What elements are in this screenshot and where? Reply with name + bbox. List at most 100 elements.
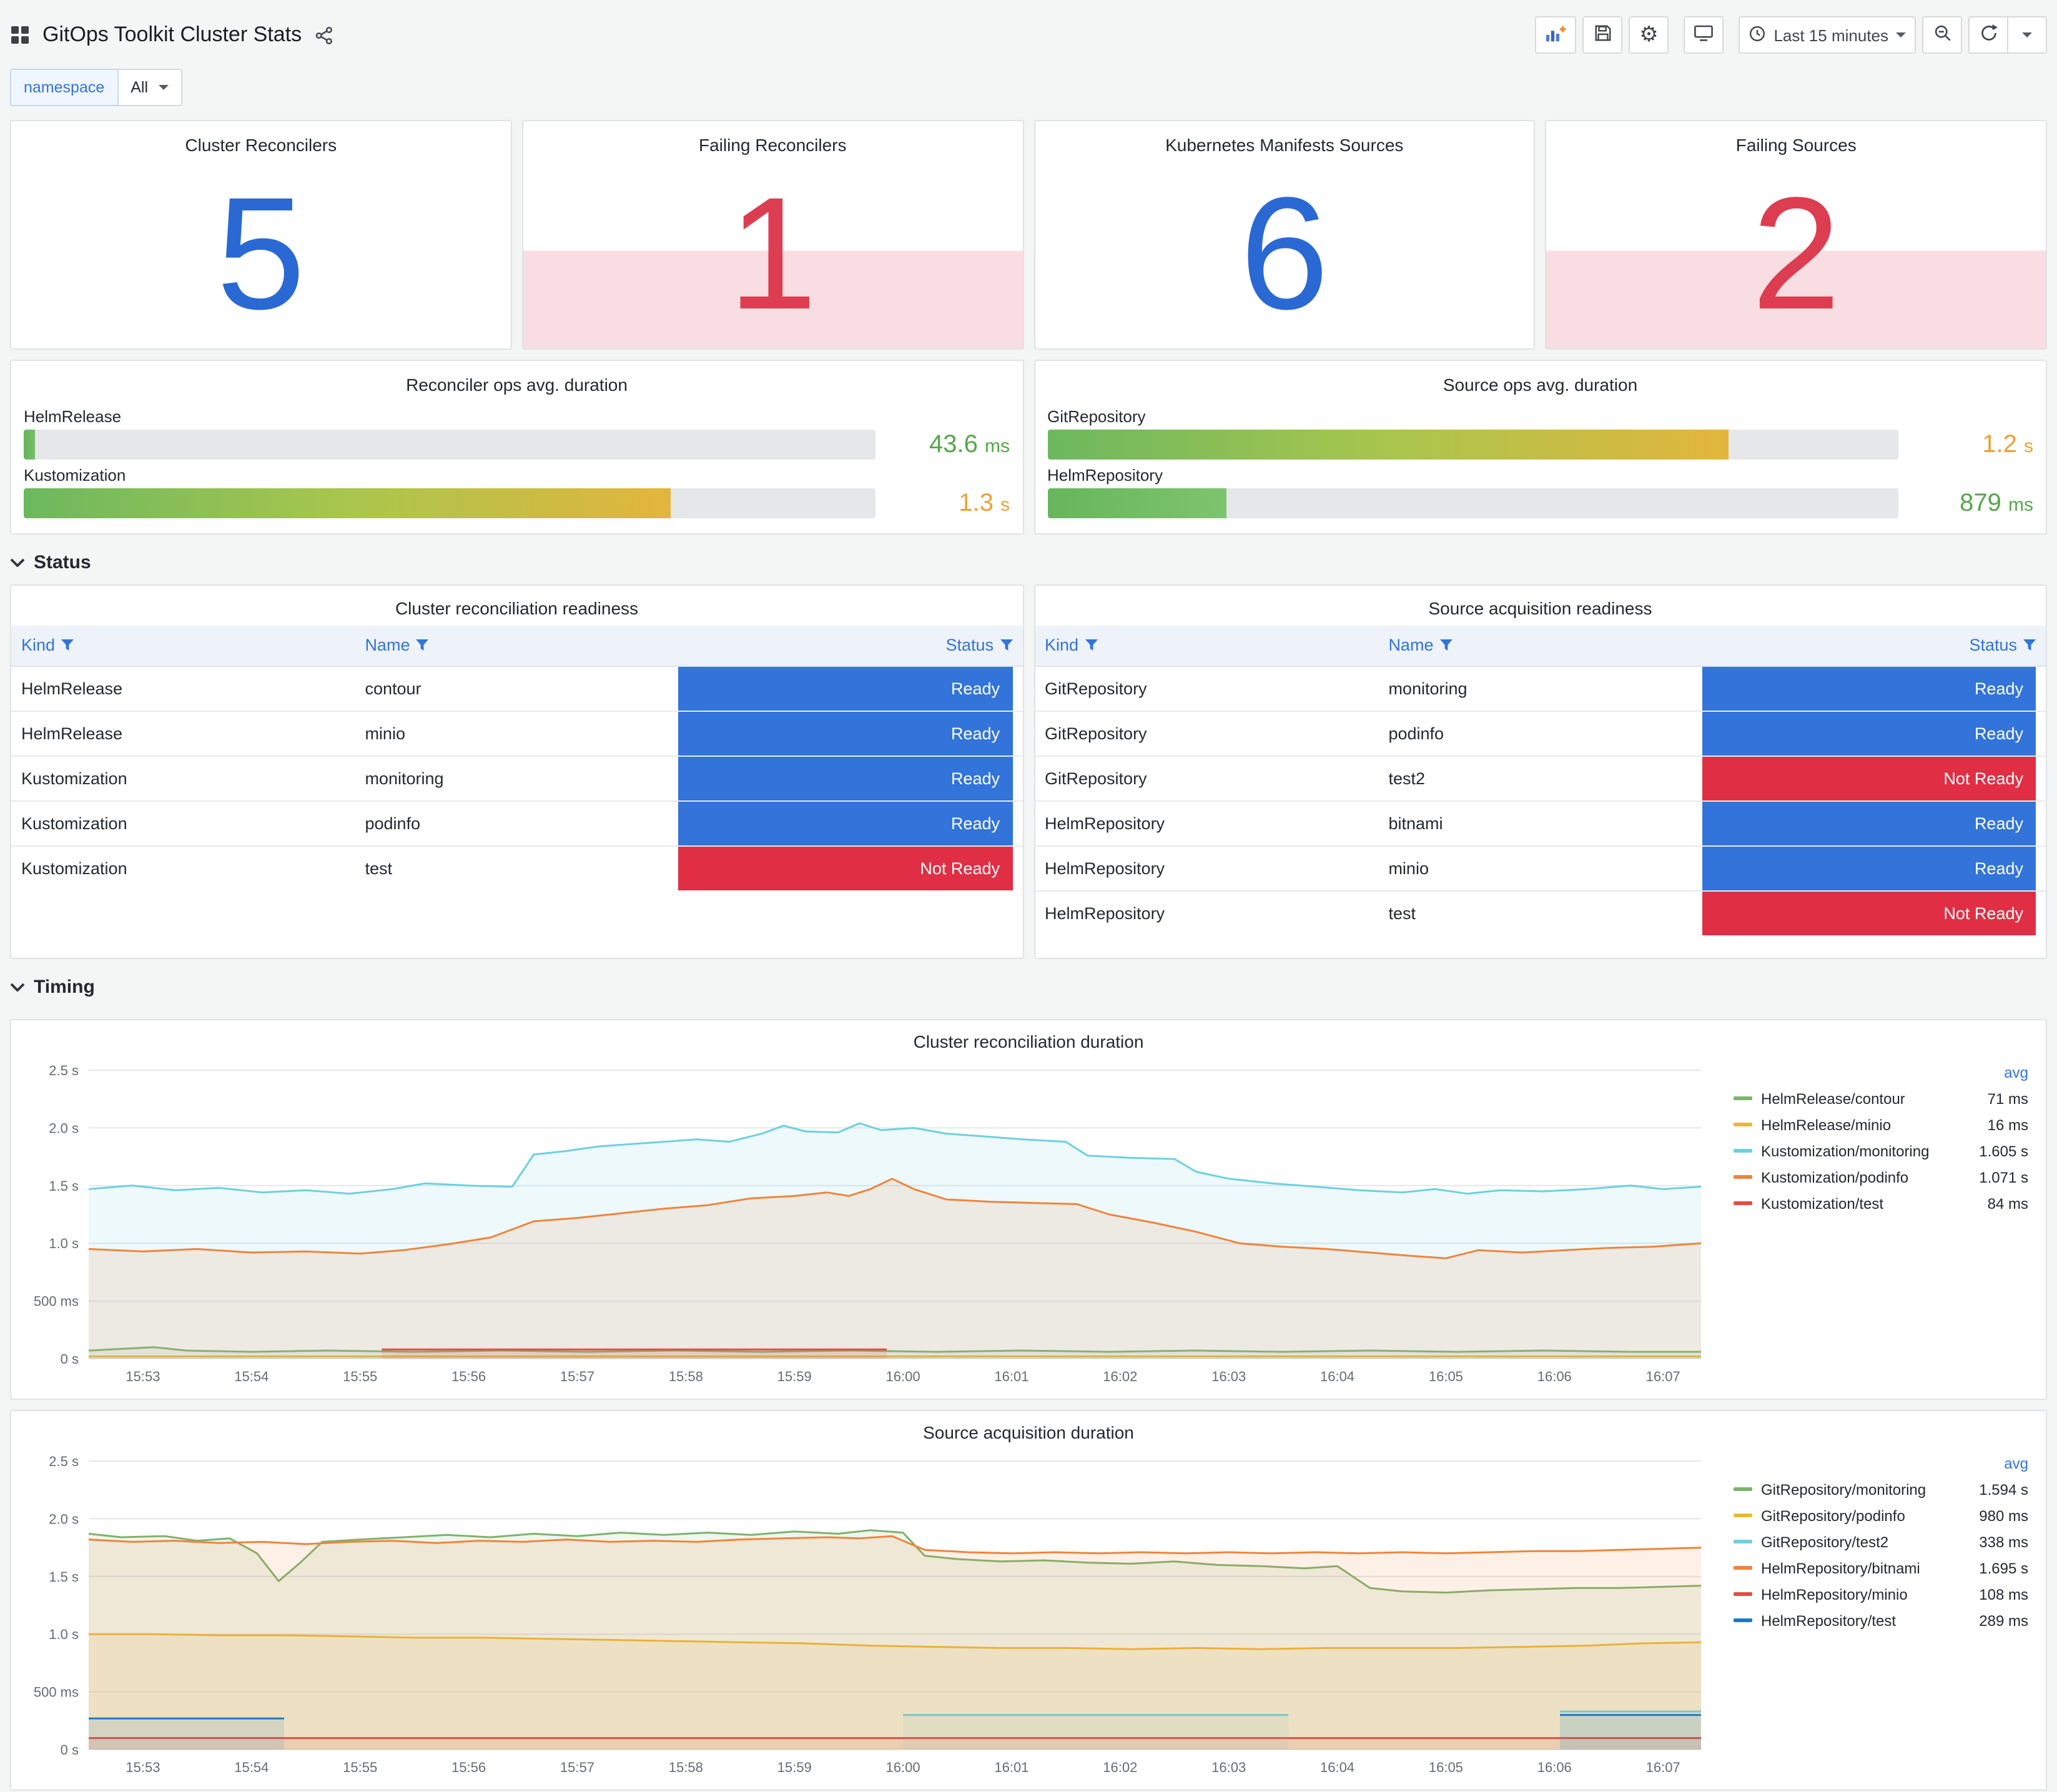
status-badge: Ready	[1702, 801, 2036, 845]
legend-series-name: GitRepository/test2	[1761, 1533, 1889, 1550]
svg-text:15:54: 15:54	[234, 1760, 269, 1775]
dashboard-settings-button[interactable]: ⚙	[1629, 16, 1669, 54]
column-header-name[interactable]: Name	[355, 626, 669, 666]
svg-text:500 ms: 500 ms	[34, 1294, 79, 1309]
gauge-track	[24, 430, 875, 460]
svg-text:15:57: 15:57	[560, 1369, 594, 1384]
column-header-status[interactable]: Status	[668, 626, 1022, 666]
legend-item[interactable]: GitRepository/podinfo 980 ms	[1734, 1502, 2028, 1529]
legend-series-avg: 108 ms	[1979, 1585, 2028, 1603]
template-variables-row: namespace All	[10, 67, 2047, 107]
column-header-kind[interactable]: Kind	[11, 626, 355, 666]
legend-item[interactable]: HelmRepository/minio 108 ms	[1734, 1581, 2028, 1607]
svg-text:16:06: 16:06	[1537, 1760, 1572, 1775]
time-range-picker[interactable]: Last 15 minutes	[1739, 16, 1916, 54]
refresh-interval-dropdown[interactable]	[2007, 16, 2047, 54]
cycle-view-mode-button[interactable]	[1684, 16, 1724, 54]
legend-avg-header: avg	[2004, 1455, 2028, 1472]
panel-title[interactable]: Cluster reconciliation duration	[21, 1025, 2036, 1058]
panel-title[interactable]: Source ops avg. duration	[1047, 368, 2033, 401]
svg-text:0 s: 0 s	[61, 1742, 79, 1758]
chevron-down-icon	[158, 85, 169, 90]
chart-canvas[interactable]: 0 s 500 ms 1.0 s 1.5 s 2.0 s 2.5 s 15:53 15:54 1…	[21, 1449, 1714, 1780]
legend-series-avg: 71 ms	[1987, 1090, 2028, 1107]
legend-item[interactable]: HelmRepository/test 289 ms	[1734, 1607, 2028, 1633]
variable-namespace-value-dropdown[interactable]: All	[118, 69, 182, 106]
chart-canvas[interactable]: 0 s 500 ms 1.0 s 1.5 s 2.0 s 2.5 s 15:53 15:54 1…	[21, 1058, 1714, 1389]
legend-avg-header: avg	[2004, 1064, 2028, 1081]
stat-panel-kubernetes-manifests-sources: Kubernetes Manifests Sources 6	[1033, 120, 1536, 350]
dashboards-grid-icon[interactable]	[10, 25, 30, 45]
svg-text:15:54: 15:54	[234, 1369, 269, 1384]
gauge-row: GitRepository 1.2 s	[1047, 407, 2033, 460]
filter-icon[interactable]	[61, 639, 74, 652]
filter-icon[interactable]	[2023, 639, 2036, 652]
table-row: HelmRepository bitnami Ready	[1035, 800, 2046, 845]
series-color-icon	[1734, 1201, 1752, 1205]
svg-text:15:53: 15:53	[126, 1369, 160, 1384]
panel-title[interactable]: Cluster Reconcilers	[11, 129, 511, 161]
svg-text:16:01: 16:01	[994, 1760, 1028, 1775]
gauges-row: Reconciler ops avg. duration HelmRelease…	[10, 360, 2047, 534]
status-badge: Ready	[678, 756, 1012, 800]
refresh-button[interactable]	[1968, 16, 2008, 54]
legend-item[interactable]: Kustomization/monitoring 1.605 s	[1734, 1138, 2028, 1164]
timeseries-plot[interactable]: 0 s 500 ms 1.0 s 1.5 s 2.0 s 2.5 s 15:53 15:54 1…	[21, 1449, 1714, 1780]
variable-namespace-label[interactable]: namespace	[10, 69, 119, 106]
save-dashboard-button[interactable]	[1582, 16, 1623, 54]
table-row: Kustomization test Not Ready	[11, 845, 1022, 890]
legend-series-avg: 1.605 s	[1979, 1142, 2028, 1159]
gauge-value: 43.6 ms	[929, 430, 1010, 458]
panel-title[interactable]: Failing Reconcilers	[523, 129, 1023, 161]
clock-icon	[1749, 24, 1766, 46]
grafana-dashboard: GitOps Toolkit Cluster Stats ⚙ Last 15 m…	[0, 0, 2057, 1792]
svg-text:15:59: 15:59	[777, 1369, 812, 1384]
panel-source-acquisition-readiness: Source acquisition readiness Kind Name S…	[1033, 584, 2047, 959]
svg-text:500 ms: 500 ms	[34, 1685, 79, 1700]
zoom-out-button[interactable]	[1922, 16, 1962, 54]
legend-item[interactable]: GitRepository/test2 338 ms	[1734, 1529, 2028, 1555]
column-header-kind[interactable]: Kind	[1035, 626, 1379, 666]
section-header-timing[interactable]: Timing	[10, 964, 2047, 1009]
filter-icon[interactable]	[416, 639, 429, 652]
gauge-label: GitRepository	[1047, 407, 1146, 426]
panel-title[interactable]: Cluster reconciliation readiness	[11, 591, 1022, 626]
panel-title[interactable]: Failing Sources	[1547, 129, 2046, 161]
status-badge: Ready	[678, 711, 1012, 755]
filter-icon[interactable]	[1439, 639, 1453, 652]
page-title: GitOps Toolkit Cluster Stats	[42, 22, 302, 46]
section-header-status[interactable]: Status	[10, 539, 2047, 584]
series-color-icon	[1734, 1096, 1752, 1100]
legend-item[interactable]: Kustomization/podinfo 1.071 s	[1734, 1164, 2028, 1190]
status-badge: Not Ready	[1702, 756, 2036, 800]
filter-icon[interactable]	[1000, 639, 1012, 652]
panel-title[interactable]: Kubernetes Manifests Sources	[1035, 129, 1534, 161]
panel-title[interactable]: Source acquisition duration	[21, 1416, 2036, 1449]
svg-text:15:55: 15:55	[343, 1369, 377, 1384]
legend-item[interactable]: HelmRepository/bitnami 1.695 s	[1734, 1555, 2028, 1581]
table-row: Kustomization monitoring Ready	[11, 755, 1022, 800]
svg-text:2.0 s: 2.0 s	[49, 1511, 79, 1527]
panel-title[interactable]: Reconciler ops avg. duration	[24, 368, 1010, 401]
column-header-status[interactable]: Status	[1692, 626, 2046, 666]
svg-text:16:02: 16:02	[1103, 1369, 1137, 1384]
column-header-name[interactable]: Name	[1378, 626, 1692, 666]
legend-item[interactable]: Kustomization/test 84 ms	[1734, 1190, 2028, 1216]
add-panel-button[interactable]	[1535, 16, 1577, 54]
series-color-icon	[1734, 1540, 1752, 1543]
stat-value: 6	[1240, 165, 1329, 343]
legend-item[interactable]: HelmRelease/minio 16 ms	[1734, 1111, 2028, 1138]
legend-series-avg: 1.695 s	[1979, 1559, 2028, 1577]
legend-item[interactable]: HelmRelease/contour 71 ms	[1734, 1085, 2028, 1111]
filter-icon[interactable]	[1085, 639, 1098, 652]
table-row: Kustomization podinfo Ready	[11, 800, 1022, 845]
panel-title[interactable]: Source acquisition readiness	[1035, 591, 2046, 626]
svg-text:16:07: 16:07	[1646, 1760, 1680, 1775]
legend-series-avg: 1.071 s	[1979, 1168, 2028, 1186]
legend-item[interactable]: GitRepository/monitoring 1.594 s	[1734, 1476, 2028, 1502]
svg-text:2.5 s: 2.5 s	[49, 1454, 79, 1469]
gauge-row: HelmRelease 43.6 ms	[24, 407, 1010, 460]
share-icon[interactable]	[314, 26, 333, 44]
gauge-bar	[24, 430, 35, 460]
timeseries-plot[interactable]: 0 s 500 ms 1.0 s 1.5 s 2.0 s 2.5 s 15:53 15:54 1…	[21, 1058, 1714, 1389]
